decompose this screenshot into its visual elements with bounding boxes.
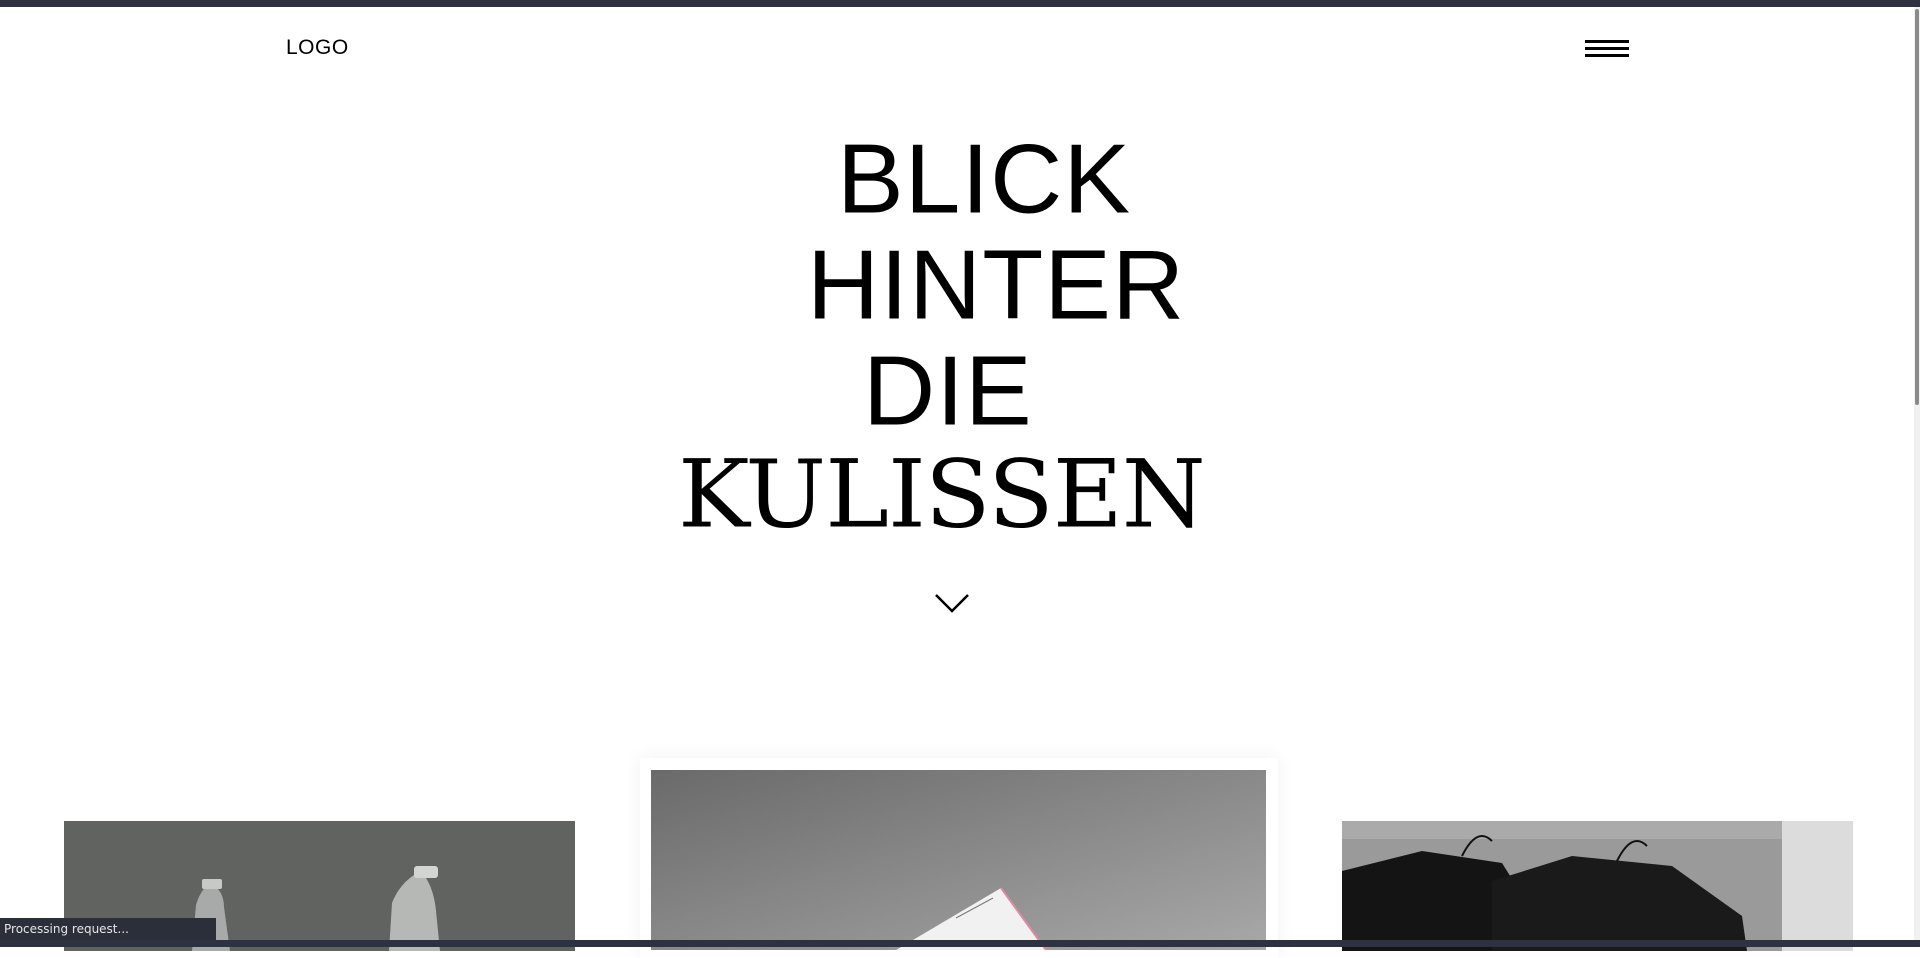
browser-bottom-bar (0, 940, 1920, 947)
browser-status-text: Processing request... (0, 918, 216, 940)
hamburger-icon-line (1585, 47, 1629, 50)
hero-title-line-2: HINTER (807, 230, 1186, 340)
hamburger-icon-line (1585, 40, 1629, 43)
black-shirts-hanging-photo (1342, 821, 1853, 951)
card-black-shirts[interactable] (1342, 821, 1853, 951)
stationery-photo (651, 770, 1266, 950)
page-scrollbar-thumb[interactable] (1915, 9, 1919, 405)
scroll-down-button[interactable] (935, 592, 969, 614)
hamburger-icon-line (1585, 54, 1629, 57)
browser-top-bar (0, 0, 1920, 7)
chevron-down-icon (935, 594, 969, 613)
hamburger-menu-button[interactable] (1585, 38, 1631, 62)
hero-title-line-4: KULISSEN (678, 439, 1206, 549)
card-stationery[interactable] (651, 770, 1266, 950)
hero-title-line-1: BLICK (837, 124, 1132, 234)
hero-title-line-3: DIE (863, 336, 1033, 446)
site-logo[interactable]: LOGO (286, 36, 349, 60)
